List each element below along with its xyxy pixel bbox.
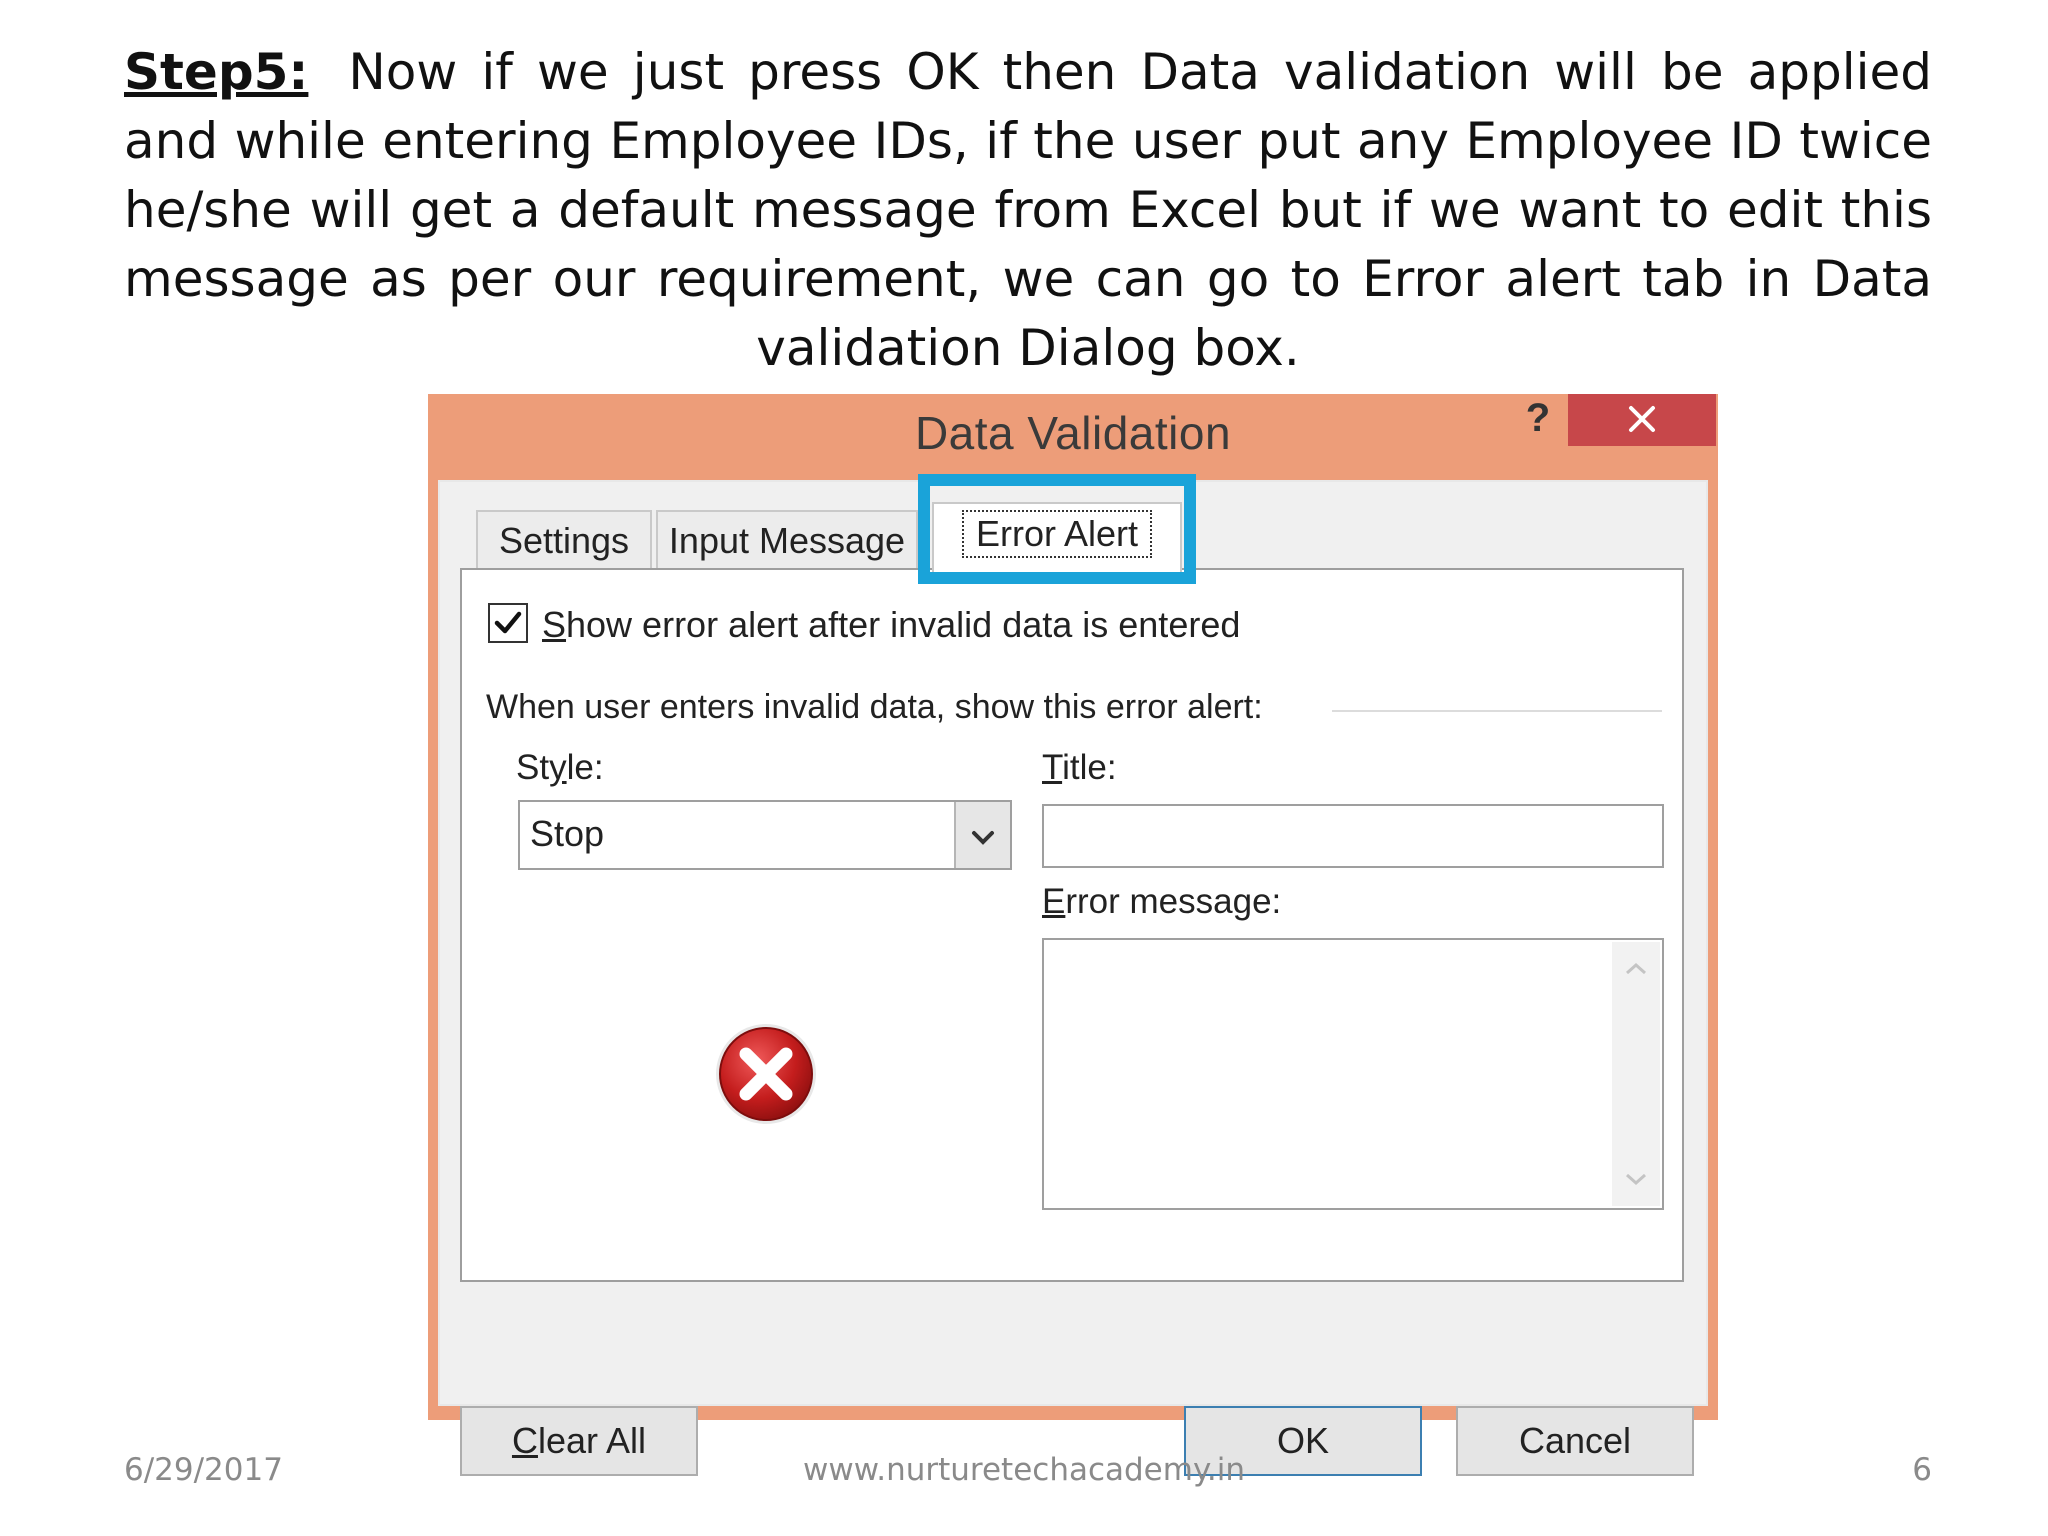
- footer-website: www.nurturetechacademy.in: [803, 1452, 1245, 1488]
- footer-page-number: 6: [1912, 1452, 1932, 1488]
- checkbox-label: how error alert after invalid data is en…: [566, 604, 1241, 645]
- style-label: Style:: [516, 748, 604, 787]
- slide-body-text: Now if we just press OK then Data valida…: [124, 43, 1932, 377]
- group-divider: [1332, 710, 1662, 712]
- data-validation-dialog: Data Validation ? Settings Input Message…: [428, 394, 1718, 1476]
- tab-settings[interactable]: Settings: [476, 510, 652, 570]
- dialog-client-area: Settings Input Message Error Alert Show …: [438, 474, 1708, 1476]
- scroll-up-icon[interactable]: [1624, 962, 1648, 976]
- tab-error-alert[interactable]: Error Alert: [932, 502, 1182, 572]
- help-button[interactable]: ?: [1508, 394, 1568, 446]
- error-message-label: Error message:: [1042, 882, 1282, 921]
- tab-input-message[interactable]: Input Message: [656, 510, 918, 570]
- error-alert-panel: Show error alert after invalid data is e…: [460, 568, 1684, 1282]
- tab-error-alert-label: Error Alert: [961, 510, 1153, 558]
- style-select[interactable]: Stop: [518, 800, 1012, 870]
- scroll-down-icon[interactable]: [1624, 1172, 1648, 1186]
- step-label: Step5:: [124, 43, 309, 101]
- group-label: When user enters invalid data, show this…: [486, 688, 1263, 726]
- error-message-scrollbar[interactable]: [1612, 942, 1660, 1206]
- close-button[interactable]: [1568, 394, 1716, 446]
- stop-error-icon: [716, 1024, 816, 1124]
- checkmark-icon: [494, 612, 522, 634]
- checkbox-mnemonic: S: [542, 604, 567, 645]
- show-error-alert-row: Show error alert after invalid data is e…: [488, 603, 1241, 647]
- style-select-value: Stop: [530, 813, 605, 854]
- chevron-down-icon: [972, 831, 994, 845]
- title-input[interactable]: [1042, 804, 1664, 868]
- title-label: Title:: [1042, 748, 1117, 787]
- close-icon: [1629, 406, 1655, 432]
- show-error-alert-checkbox[interactable]: [488, 603, 528, 644]
- slide-paragraph: Step5: Now if we just press OK then Data …: [124, 38, 1932, 383]
- style-dropdown-button[interactable]: [954, 802, 1010, 868]
- error-message-textarea[interactable]: [1042, 938, 1664, 1210]
